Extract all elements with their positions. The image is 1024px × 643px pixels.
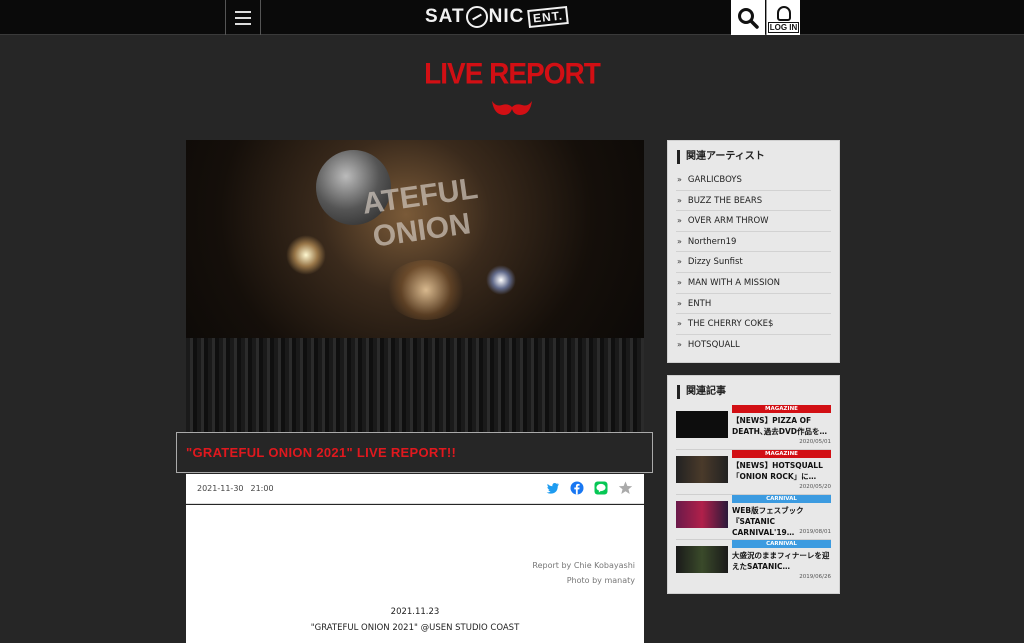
- artist-link[interactable]: » BUZZ THE BEARS: [676, 191, 831, 212]
- event-name: "GRATEFUL ONION 2021" @USEN STUDIO COAST: [310, 623, 520, 633]
- chevron-right-icon: »: [677, 298, 682, 308]
- article-title: "GRATEFUL ONION 2021" LIVE REPORT!!: [186, 445, 457, 460]
- artist-link[interactable]: » Dizzy Sunfist: [676, 252, 831, 273]
- artist-link[interactable]: » OVER ARM THROW: [676, 211, 831, 232]
- stage-light: [486, 265, 516, 295]
- chevron-right-icon: »: [677, 319, 682, 329]
- twitter-icon[interactable]: [546, 481, 560, 495]
- top-navigation-bar: SAT NIC ENT. LOG IN: [0, 0, 1024, 35]
- related-articles-box: 関連記事 MAGAZINE 【NEWS】PIZZA OF DEATH､過去DVD…: [667, 375, 840, 594]
- login-mascot-icon: [776, 6, 791, 21]
- related-article[interactable]: CARNIVAL 大盛況のままフィナーレを迎えたSATANIC… 2019/06…: [676, 540, 831, 585]
- artist-name: THE CHERRY COKE$: [687, 319, 774, 330]
- article-title-bar: "GRATEFUL ONION 2021" LIVE REPORT!!: [176, 432, 653, 473]
- related-article-date: 2020/05/20: [799, 484, 831, 490]
- related-article[interactable]: MAGAZINE 【NEWS】HOTSQUALL「ONION ROCK」に… 2…: [676, 450, 831, 495]
- related-article[interactable]: MAGAZINE 【NEWS】PIZZA OF DEATH､過去DVD作品を… …: [676, 405, 831, 450]
- site-logo[interactable]: SAT NIC ENT.: [425, 5, 570, 29]
- photo-by: Photo by manaty: [566, 576, 635, 585]
- event-date: 2021.11.23: [390, 607, 440, 617]
- article-meta-bar: 2021-11-30 21:00: [186, 474, 644, 504]
- star-icon[interactable]: [618, 481, 633, 495]
- artist-link[interactable]: » Northern19: [676, 232, 831, 253]
- chevron-right-icon: »: [677, 277, 682, 287]
- menu-button[interactable]: [225, 0, 261, 35]
- article-credits: Report by Chie Kobayashi Photo by manaty: [532, 558, 635, 588]
- artist-name: BUZZ THE BEARS: [687, 195, 763, 206]
- event-info: 2021.11.23 "GRATEFUL ONION 2021" @USEN S…: [186, 604, 644, 636]
- logo-ent-badge: ENT.: [527, 5, 570, 29]
- login-button[interactable]: LOG IN: [766, 0, 800, 35]
- category-badge: CARNIVAL: [732, 495, 831, 503]
- artist-link[interactable]: » THE CHERRY COKE$: [676, 314, 831, 335]
- article-thumbnail: [676, 546, 728, 573]
- artist-link[interactable]: » GARLICBOYS: [676, 170, 831, 191]
- facebook-icon[interactable]: [570, 481, 584, 495]
- menu-icon-line: [235, 22, 251, 25]
- artist-name: ENTH: [687, 298, 712, 309]
- search-button[interactable]: [731, 0, 765, 35]
- related-article-title: 【NEWS】HOTSQUALL「ONION ROCK」に…: [732, 461, 823, 481]
- chevron-right-icon: »: [677, 195, 682, 205]
- artist-link[interactable]: » HOTSQUALL: [676, 335, 831, 356]
- report-by: Report by Chie Kobayashi: [532, 561, 635, 570]
- mustache-icon: [492, 101, 532, 115]
- artist-name: OVER ARM THROW: [687, 216, 769, 227]
- artist-name: HOTSQUALL: [687, 339, 740, 350]
- related-artists-heading: 関連アーティスト: [677, 150, 839, 164]
- share-buttons: [546, 481, 633, 495]
- stage-banner: ATEFUL ONION: [360, 171, 480, 254]
- artist-link[interactable]: » ENTH: [676, 294, 831, 315]
- article-time: 21:00: [250, 484, 274, 493]
- category-badge: MAGAZINE: [732, 405, 831, 413]
- article-body: Report by Chie Kobayashi Photo by manaty…: [186, 505, 644, 643]
- line-icon[interactable]: [594, 481, 608, 495]
- chevron-right-icon: »: [677, 236, 682, 246]
- category-badge: CARNIVAL: [732, 540, 831, 548]
- artist-name: MAN WITH A MISSION: [687, 277, 781, 288]
- related-article[interactable]: CARNIVAL WEB版フェスブック『SATANIC CARNIVAL'19……: [676, 495, 831, 540]
- crowd: [186, 338, 644, 438]
- article-thumbnail: [676, 411, 728, 438]
- logo-text-left: SAT: [425, 6, 465, 27]
- search-icon: [738, 8, 759, 29]
- article-thumbnail: [676, 456, 728, 483]
- article-thumbnail: [676, 501, 728, 528]
- related-article-date: 2019/06/26: [799, 574, 831, 580]
- menu-icon-line: [235, 16, 251, 19]
- login-label: LOG IN: [767, 22, 800, 33]
- article-date: 2021-11-30: [197, 484, 244, 493]
- related-article-title: 大盛況のままフィナーレを迎えたSATANIC…: [732, 551, 830, 571]
- chevron-right-icon: »: [677, 216, 682, 226]
- related-article-title: 【NEWS】PIZZA OF DEATH､過去DVD作品を…: [732, 416, 827, 436]
- article-hero-photo: ATEFUL ONION: [186, 140, 644, 438]
- stage-light: [286, 235, 326, 275]
- logo-text-right: NIC: [488, 6, 525, 27]
- related-articles-heading: 関連記事: [677, 385, 839, 399]
- chevron-right-icon: »: [677, 175, 682, 184]
- related-artists-box: 関連アーティスト » GARLICBOYS » BUZZ THE BEARS » OV…: [667, 140, 840, 363]
- artist-name: Northern19: [687, 236, 737, 247]
- category-badge: MAGAZINE: [732, 450, 831, 458]
- related-article-date: 2019/08/01: [799, 529, 831, 535]
- related-article-date: 2020/05/01: [799, 439, 831, 445]
- chevron-right-icon: »: [677, 257, 682, 267]
- page-title: LIVE REPORT: [424, 57, 601, 90]
- chevron-right-icon: »: [677, 339, 682, 349]
- logo-mark-icon: [465, 6, 488, 28]
- artist-name: GARLICBOYS: [687, 175, 742, 185]
- artist-link[interactable]: » MAN WITH A MISSION: [676, 273, 831, 294]
- related-artists-list: » GARLICBOYS » BUZZ THE BEARS » OVER ARM TH…: [676, 170, 831, 355]
- menu-icon-line: [235, 10, 251, 13]
- artist-name: Dizzy Sunfist: [687, 257, 743, 268]
